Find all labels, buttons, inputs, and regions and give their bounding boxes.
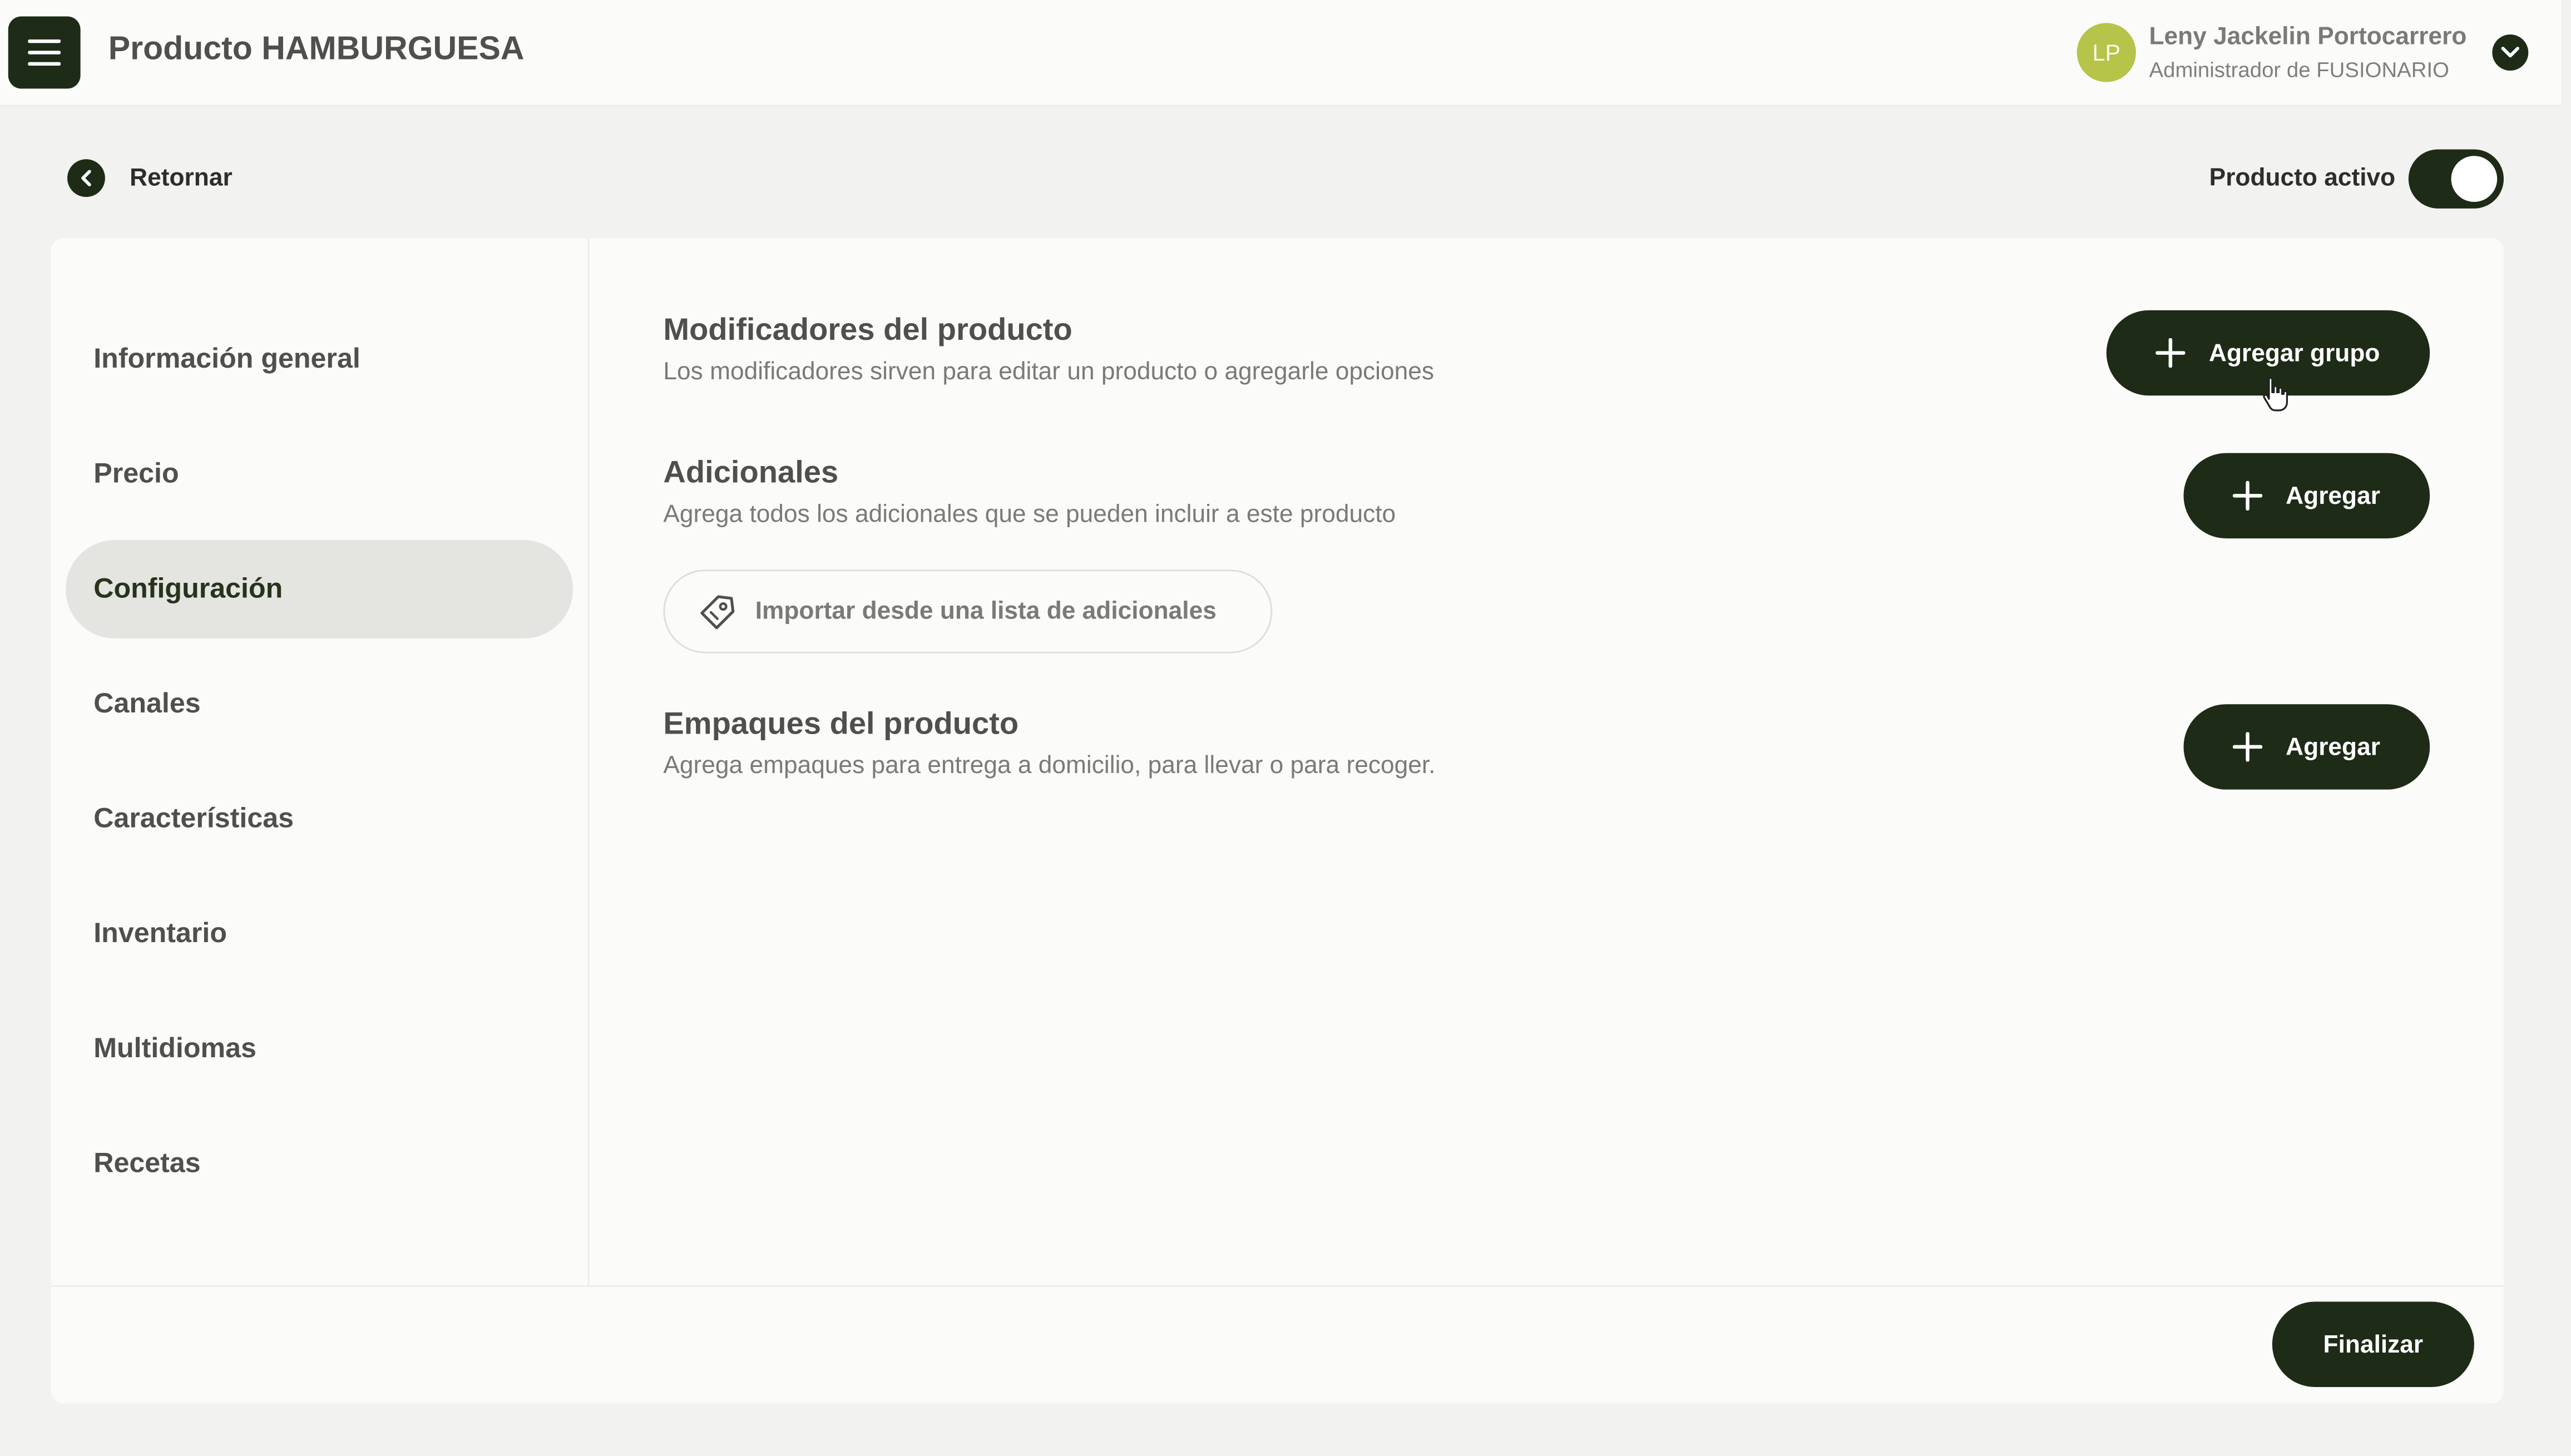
packaging-title: Empaques del producto bbox=[663, 707, 1019, 742]
app-root: Producto HAMBURGUESA LP Leny Jackelin Po… bbox=[0, 0, 2571, 1456]
user-role: Administrador de FUSIONARIO bbox=[2149, 57, 2449, 82]
chevron-down-icon bbox=[2501, 47, 2520, 58]
sidebar: Información general Precio Configuración… bbox=[51, 237, 590, 1286]
user-menu-toggle[interactable] bbox=[2492, 34, 2529, 71]
modifiers-section: Modificadores del producto Los modificad… bbox=[663, 314, 1434, 386]
sidebar-item-configuracion[interactable]: Configuración bbox=[66, 540, 573, 639]
plus-icon bbox=[2156, 338, 2186, 368]
add-packaging-button[interactable]: Agregar bbox=[2183, 704, 2430, 790]
finalize-button[interactable]: Finalizar bbox=[2272, 1301, 2474, 1388]
add-packaging-label: Agregar bbox=[2286, 732, 2380, 761]
sidebar-item-recetas[interactable]: Recetas bbox=[66, 1115, 573, 1213]
plus-icon bbox=[2233, 481, 2263, 511]
import-additionals-button[interactable]: Importar desde una lista de adicionales bbox=[663, 569, 1273, 653]
plus-icon bbox=[2233, 732, 2263, 762]
page-title: Producto HAMBURGUESA bbox=[108, 31, 525, 68]
toggle-knob bbox=[2451, 156, 2498, 202]
sidebar-item-precio[interactable]: Precio bbox=[66, 425, 573, 523]
main-card: Información general Precio Configuración… bbox=[51, 237, 2504, 1404]
add-additional-label: Agregar bbox=[2286, 482, 2380, 510]
product-active-toggle[interactable] bbox=[2408, 149, 2504, 209]
hand-cursor-icon bbox=[2263, 377, 2288, 412]
packaging-description: Agrega empaques para entrega a domicilio… bbox=[663, 751, 1436, 780]
sidebar-item-canales[interactable]: Canales bbox=[66, 655, 573, 754]
menu-button[interactable] bbox=[8, 16, 81, 89]
back-button[interactable]: Retornar bbox=[67, 159, 233, 197]
product-active-label: Producto activo bbox=[2209, 164, 2396, 192]
user-name: Leny Jackelin Portocarrero bbox=[2149, 23, 2467, 51]
tag-icon bbox=[698, 592, 737, 631]
additionals-section: Adicionales Agrega todos los adicionales… bbox=[663, 457, 1396, 529]
import-additionals-label: Importar desde una lista de adicionales bbox=[755, 597, 1217, 626]
additionals-description: Agrega todos los adicionales que se pued… bbox=[663, 501, 1396, 529]
add-additional-button[interactable]: Agregar bbox=[2183, 453, 2430, 539]
sidebar-item-informacion-general[interactable]: Información general bbox=[66, 310, 573, 409]
top-bar: Producto HAMBURGUESA LP Leny Jackelin Po… bbox=[0, 0, 2562, 107]
add-group-label: Agregar grupo bbox=[2208, 339, 2380, 367]
sidebar-item-inventario[interactable]: Inventario bbox=[66, 885, 573, 983]
additionals-title: Adicionales bbox=[663, 456, 839, 491]
chevron-left-icon bbox=[67, 159, 105, 197]
sidebar-item-caracteristicas[interactable]: Características bbox=[66, 770, 573, 868]
modifiers-title: Modificadores del producto bbox=[663, 313, 1072, 348]
footer-divider bbox=[51, 1285, 2504, 1287]
modifiers-description: Los modificadores sirven para editar un … bbox=[663, 358, 1434, 386]
packaging-section: Empaques del producto Agrega empaques pa… bbox=[663, 707, 1435, 780]
menu-icon bbox=[28, 39, 61, 66]
back-label: Retornar bbox=[130, 164, 233, 192]
sidebar-item-multidiomas[interactable]: Multidiomas bbox=[66, 999, 573, 1098]
avatar[interactable]: LP bbox=[2076, 23, 2136, 82]
